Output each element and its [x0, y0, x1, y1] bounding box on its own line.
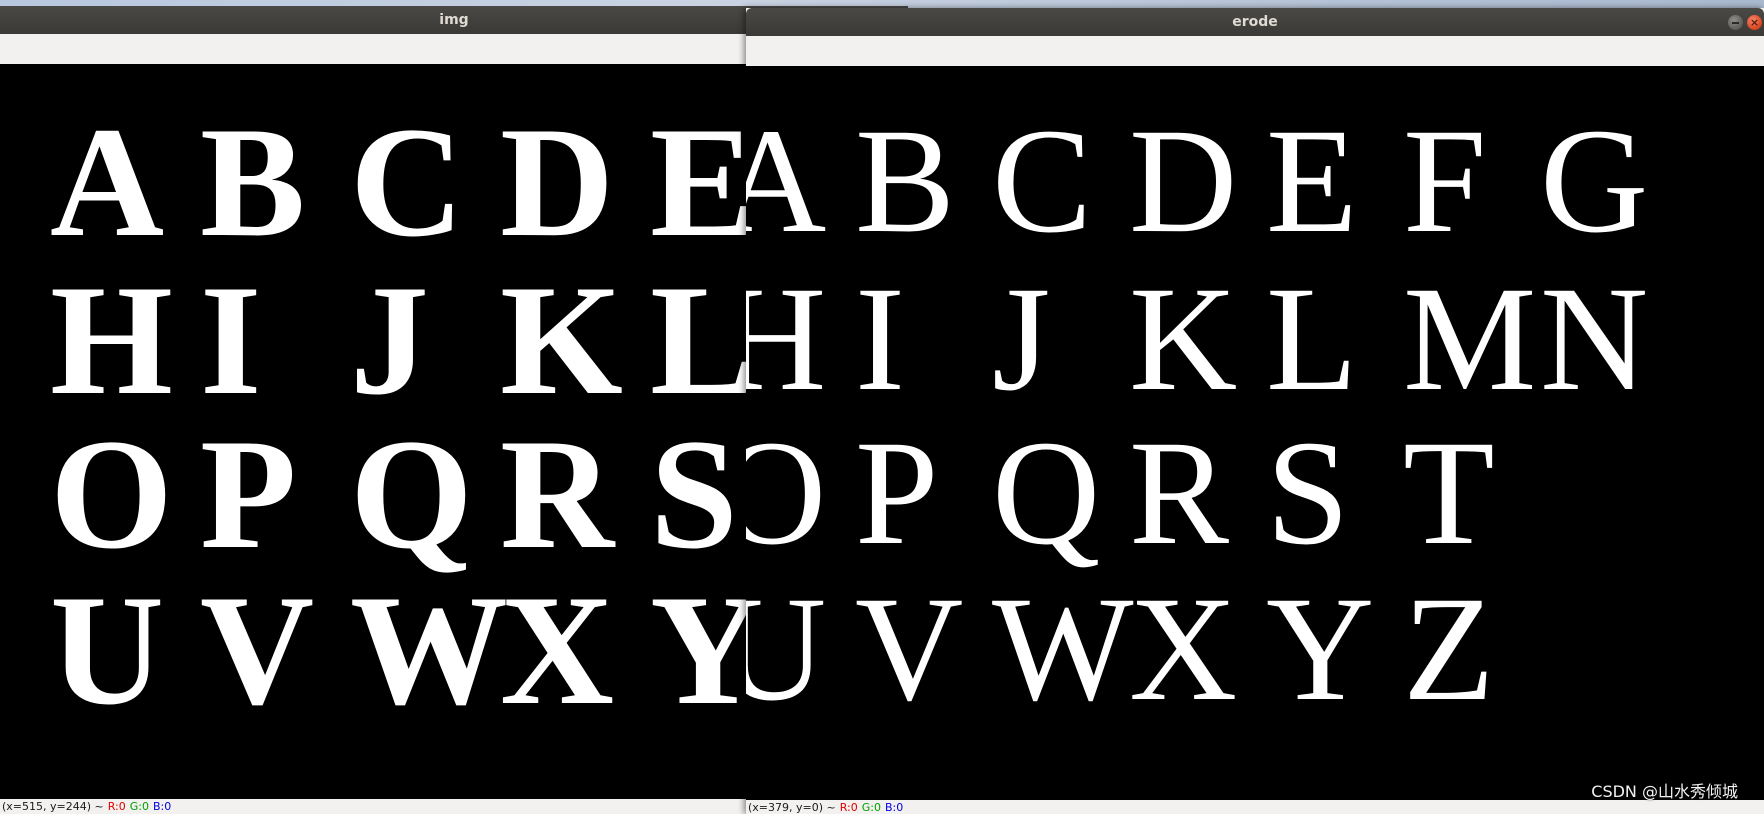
letter-q: Q: [992, 410, 1101, 576]
letter-z: Z: [1403, 566, 1495, 732]
erode-canvas[interactable]: ABCDEFG HIJKLMN OPQRST UVWXYZ: [746, 66, 1764, 800]
letter-g: G: [1540, 98, 1649, 264]
letter-r: R: [500, 407, 615, 582]
erode-status-g: G:0: [861, 800, 881, 814]
letter-c: C: [350, 95, 465, 270]
letter-e: E: [650, 95, 756, 270]
erode-window: erode × ABCDEFG HIJKLMN OPQRST UVWXYZ (x=37…: [746, 8, 1764, 814]
letter-a: A: [746, 98, 827, 264]
letter-j: J: [350, 253, 429, 428]
letter-t: T: [1403, 410, 1495, 576]
letter-u: U: [50, 563, 165, 738]
erode-statusbar: (x=379, y=0) ~ R:0 G:0 B:0: [746, 800, 1764, 814]
erode-status-coords: (x=379, y=0) ~: [748, 800, 836, 814]
letter-e: E: [1266, 98, 1358, 264]
img-status-g: G:0: [129, 800, 149, 813]
erode-window-toolbar: [746, 36, 1764, 67]
erode-window-title: erode: [1232, 14, 1278, 30]
close-icon[interactable]: ×: [1747, 15, 1762, 30]
letter-q: Q: [350, 407, 473, 582]
letter-v: V: [200, 563, 315, 738]
letter-o: O: [50, 407, 173, 582]
letter-a: A: [50, 95, 165, 270]
erode-window-titlebar[interactable]: erode ×: [746, 8, 1764, 36]
csdn-watermark: CSDN @山水秀倾城: [1591, 782, 1738, 801]
letter-b: B: [200, 95, 306, 270]
letter-d: D: [500, 95, 615, 270]
letter-l: L: [650, 253, 756, 428]
img-status-b: B:0: [152, 800, 172, 813]
letter-m: M: [1403, 256, 1537, 422]
letter-u: U: [746, 566, 827, 732]
letter-s: S: [1266, 410, 1350, 576]
desktop: img ABCDEHIJKLMOPQRSUVWXY (x=515, y=244)…: [0, 0, 1764, 814]
letter-d: D: [1129, 98, 1238, 264]
letter-x: X: [500, 563, 615, 738]
img-status-coords: (x=515, y=244) ~: [2, 800, 104, 813]
letter-j: J: [992, 256, 1051, 422]
letter-w: W: [350, 563, 508, 738]
letter-f: F: [1403, 98, 1487, 264]
letter-c: C: [992, 98, 1093, 264]
letter-p: P: [200, 407, 297, 582]
erode-status-b: B:0: [885, 800, 904, 814]
letter-x: X: [1129, 566, 1238, 732]
letter-v: V: [855, 566, 964, 732]
letter-i: I: [200, 253, 262, 428]
letter-w: W: [992, 566, 1134, 732]
erode-status-r: R:0: [839, 800, 858, 814]
letter-b: B: [855, 98, 956, 264]
letter-s: S: [650, 407, 738, 582]
letter-k: K: [1129, 256, 1238, 422]
letter-o: O: [746, 410, 827, 576]
letter-i: I: [855, 256, 905, 422]
letter-k: K: [500, 253, 623, 428]
letter-n: N: [1540, 256, 1649, 422]
img-window-title: img: [439, 12, 469, 28]
img-status-r: R:0: [107, 800, 126, 813]
letter-r: R: [1129, 410, 1230, 576]
letter-h: H: [50, 253, 173, 428]
minimize-icon[interactable]: [1728, 15, 1743, 30]
letter-y: Y: [1266, 566, 1375, 732]
letter-h: H: [746, 256, 827, 422]
letter-p: P: [855, 410, 939, 576]
letter-l: L: [1266, 256, 1358, 422]
